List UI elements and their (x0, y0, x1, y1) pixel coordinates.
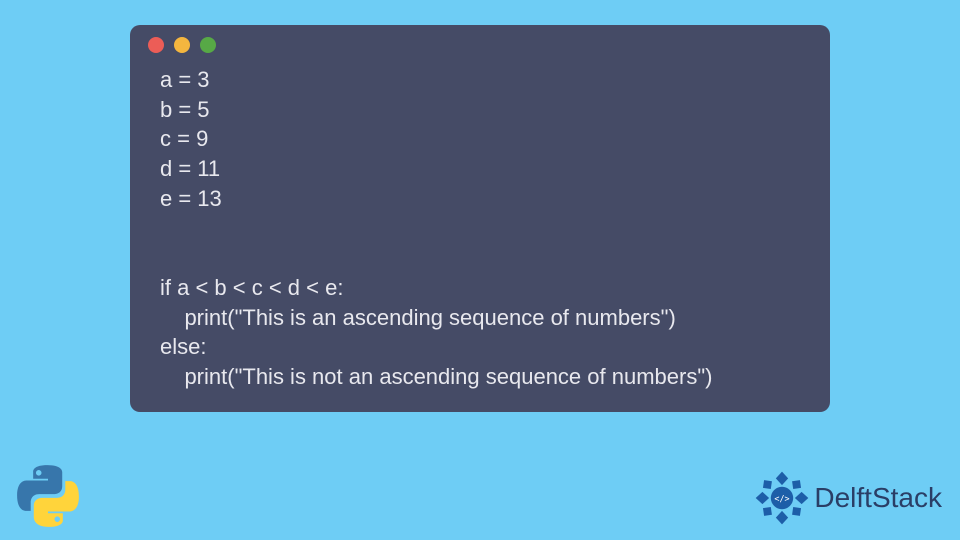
svg-text:</>: </> (775, 493, 790, 503)
delftstack-label: DelftStack (814, 482, 942, 514)
code-window: a = 3 b = 5 c = 9 d = 11 e = 13 if a < b… (130, 25, 830, 412)
delftstack-badge-icon: </> (754, 470, 810, 526)
window-maximize-dot (200, 37, 216, 53)
window-close-dot (148, 37, 164, 53)
delftstack-brand: </> DelftStack (754, 470, 942, 526)
code-block: a = 3 b = 5 c = 9 d = 11 e = 13 if a < b… (130, 65, 830, 392)
python-logo-icon (14, 462, 82, 530)
window-minimize-dot (174, 37, 190, 53)
window-titlebar (130, 25, 830, 65)
